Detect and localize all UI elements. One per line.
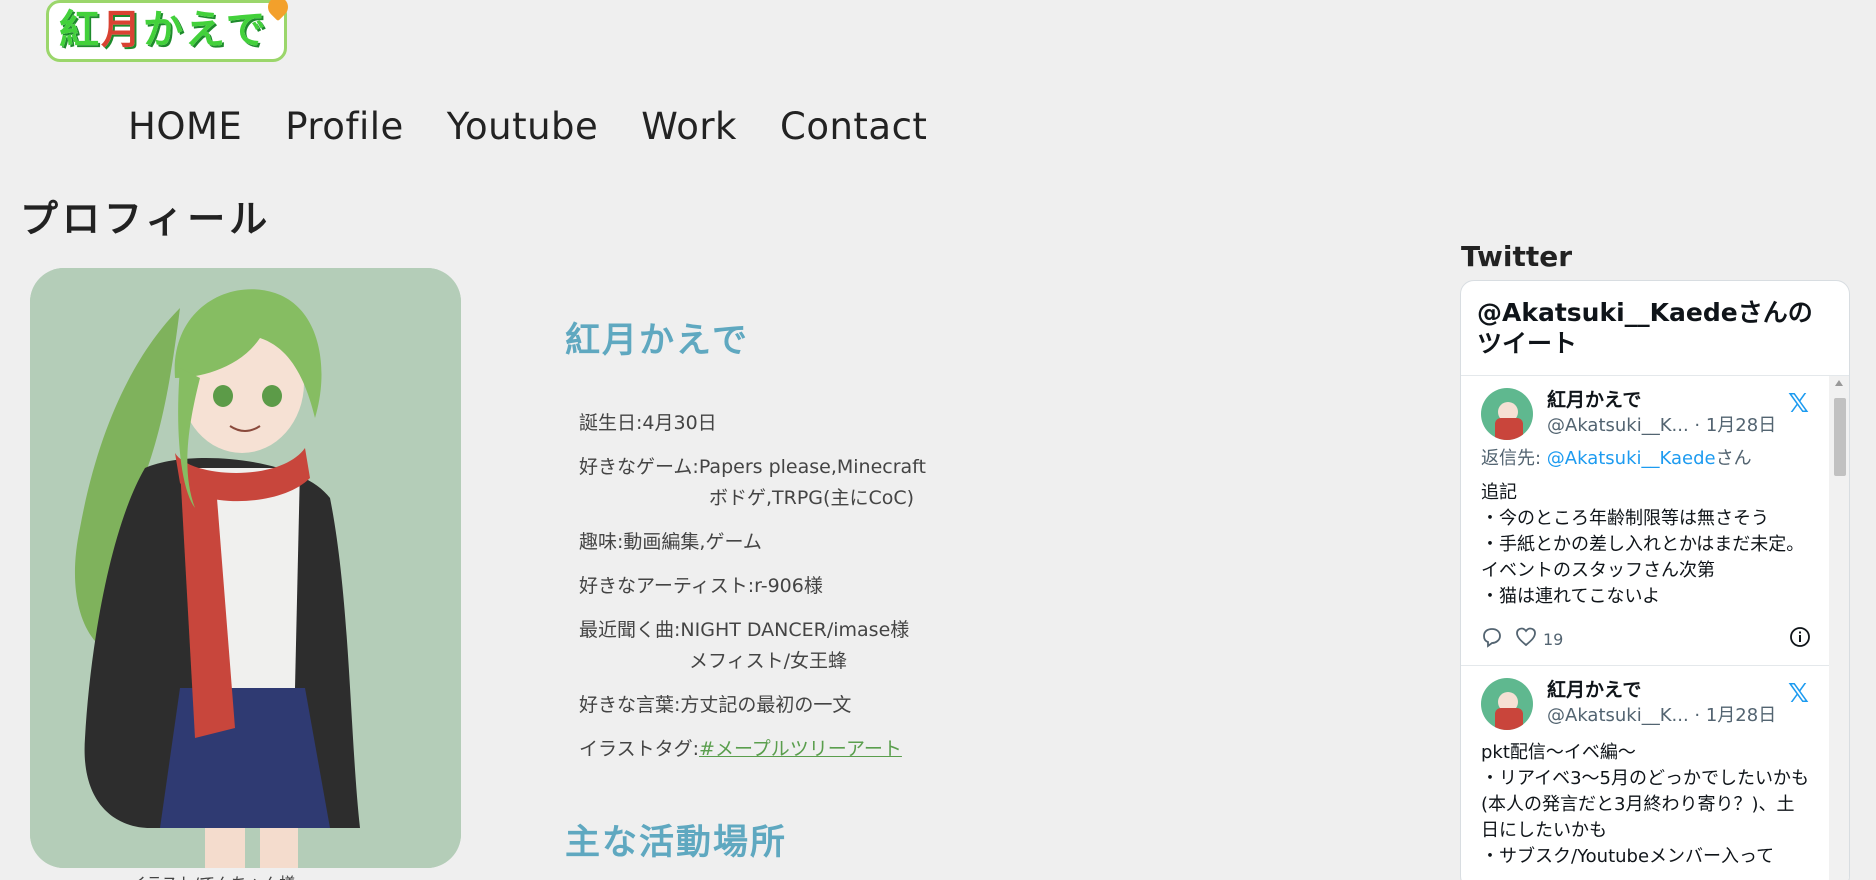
avatar[interactable] [1481, 388, 1533, 440]
twitter-timeline-widget: @Akatsuki__Kaedeさんのツイート 紅月かえで @Akatsuki_… [1460, 280, 1850, 880]
tweet-author-name[interactable]: 紅月かえで [1547, 388, 1776, 412]
heart-icon[interactable] [1515, 626, 1537, 653]
reply-prefix: 返信先: [1481, 448, 1547, 469]
tweet-body: 追記 ・今のところ年齢制限等は無さそう ・手紙とかの差し入れとかはまだ未定。イベ… [1481, 482, 1805, 607]
tweet-body: pkt配信〜イベ編〜 ・リアイベ3〜5月のどっかでしたいかも(本人の発言だと3月… [1481, 742, 1810, 867]
detail-text-cont: メフィスト/女王蜂 [689, 650, 848, 672]
site-logo[interactable]: 紅月かえで [46, 0, 308, 62]
detail-hobby: 趣味:動画編集,ゲーム [579, 527, 926, 558]
main-nav: HOME Profile Youtube Work Contact [128, 104, 927, 150]
logo-text: 紅月かえで [46, 0, 292, 62]
maple-leaf-icon [263, 0, 292, 22]
portrait-caption: イラスト/てんちゃん様 [130, 870, 295, 880]
detail-text: 好きな言葉:方丈記の最初の一文 [579, 694, 852, 716]
logo-char-2: 月 [101, 7, 143, 53]
reply-icon[interactable] [1481, 626, 1503, 653]
x-logo-icon[interactable]: 𝕏 [1788, 390, 1809, 418]
tweet-handle-date[interactable]: @Akatsuki__K... · 1月28日 [1547, 702, 1776, 730]
detail-tag: イラストタグ:#メープルツリーアート [579, 734, 926, 765]
feed-scrollbar[interactable] [1829, 376, 1849, 880]
tweet-actions: 19 [1481, 626, 1811, 653]
reply-user-link[interactable]: @Akatsuki__Kaede [1547, 448, 1716, 469]
timeline-title[interactable]: @Akatsuki__Kaedeさんのツイート [1461, 281, 1849, 376]
detail-games: 好きなゲーム:Papers please,Minecraft ボドゲ,TRPG(… [579, 452, 926, 514]
detail-text: 最近聞く曲:NIGHT DANCER/imase様 [579, 619, 910, 641]
reply-suffix: さん [1715, 448, 1752, 469]
scroll-up-arrow-icon[interactable] [1835, 380, 1843, 386]
tweet-item[interactable]: 紅月かえで @Akatsuki__K... · 1月28日 𝕏 返信先: @Ak… [1461, 376, 1831, 666]
detail-words: 好きな言葉:方丈記の最初の一文 [579, 690, 926, 721]
detail-text: 好きなアーティスト:r-906様 [579, 575, 823, 597]
nav-youtube[interactable]: Youtube [447, 104, 598, 150]
logo-char-1: 紅 [59, 7, 101, 53]
detail-artist: 好きなアーティスト:r-906様 [579, 571, 926, 602]
x-logo-icon[interactable]: 𝕏 [1788, 680, 1809, 708]
detail-text: 趣味:動画編集,ゲーム [579, 531, 762, 553]
tweet-feed[interactable]: 紅月かえで @Akatsuki__K... · 1月28日 𝕏 返信先: @Ak… [1461, 376, 1849, 880]
tweet-handle-date[interactable]: @Akatsuki__K... · 1月28日 [1547, 412, 1776, 440]
profile-details: 誕生日:4月30日 好きなゲーム:Papers please,Minecraft… [579, 408, 926, 778]
character-illustration [30, 268, 461, 868]
nav-work[interactable]: Work [641, 104, 737, 150]
page-title: プロフィール [20, 197, 272, 241]
nav-home[interactable]: HOME [128, 104, 242, 150]
twitter-section-label: Twitter [1461, 240, 1573, 273]
avatar[interactable] [1481, 678, 1533, 730]
profile-name: 紅月かえで [565, 321, 749, 361]
tweet-author-name[interactable]: 紅月かえで [1547, 678, 1776, 702]
reply-to: 返信先: @Akatsuki__Kaedeさん [1481, 444, 1811, 470]
illustration-tag-link[interactable]: #メープルツリーアート [699, 738, 902, 760]
detail-songs: 最近聞く曲:NIGHT DANCER/imase様 メフィスト/女王蜂 [579, 615, 926, 677]
like-count: 19 [1543, 630, 1564, 649]
detail-text: 好きなゲーム:Papers please,Minecraft [579, 456, 926, 478]
activity-section-heading: 主な活動場所 [565, 823, 788, 863]
character-portrait [30, 268, 461, 868]
tweet-item[interactable]: 紅月かえで @Akatsuki__K... · 1月28日 𝕏 pkt配信〜イベ… [1461, 666, 1831, 880]
nav-contact[interactable]: Contact [780, 104, 927, 150]
scrollbar-thumb[interactable] [1834, 398, 1846, 476]
detail-birthday: 誕生日:4月30日 [579, 408, 926, 439]
nav-profile[interactable]: Profile [285, 104, 404, 150]
tag-label: イラストタグ: [579, 738, 700, 760]
detail-text-cont: ボドゲ,TRPG(主にCoC) [709, 487, 915, 509]
detail-text: 誕生日:4月30日 [579, 412, 717, 434]
logo-char-3: かえで [143, 7, 268, 53]
info-icon[interactable] [1789, 626, 1811, 653]
